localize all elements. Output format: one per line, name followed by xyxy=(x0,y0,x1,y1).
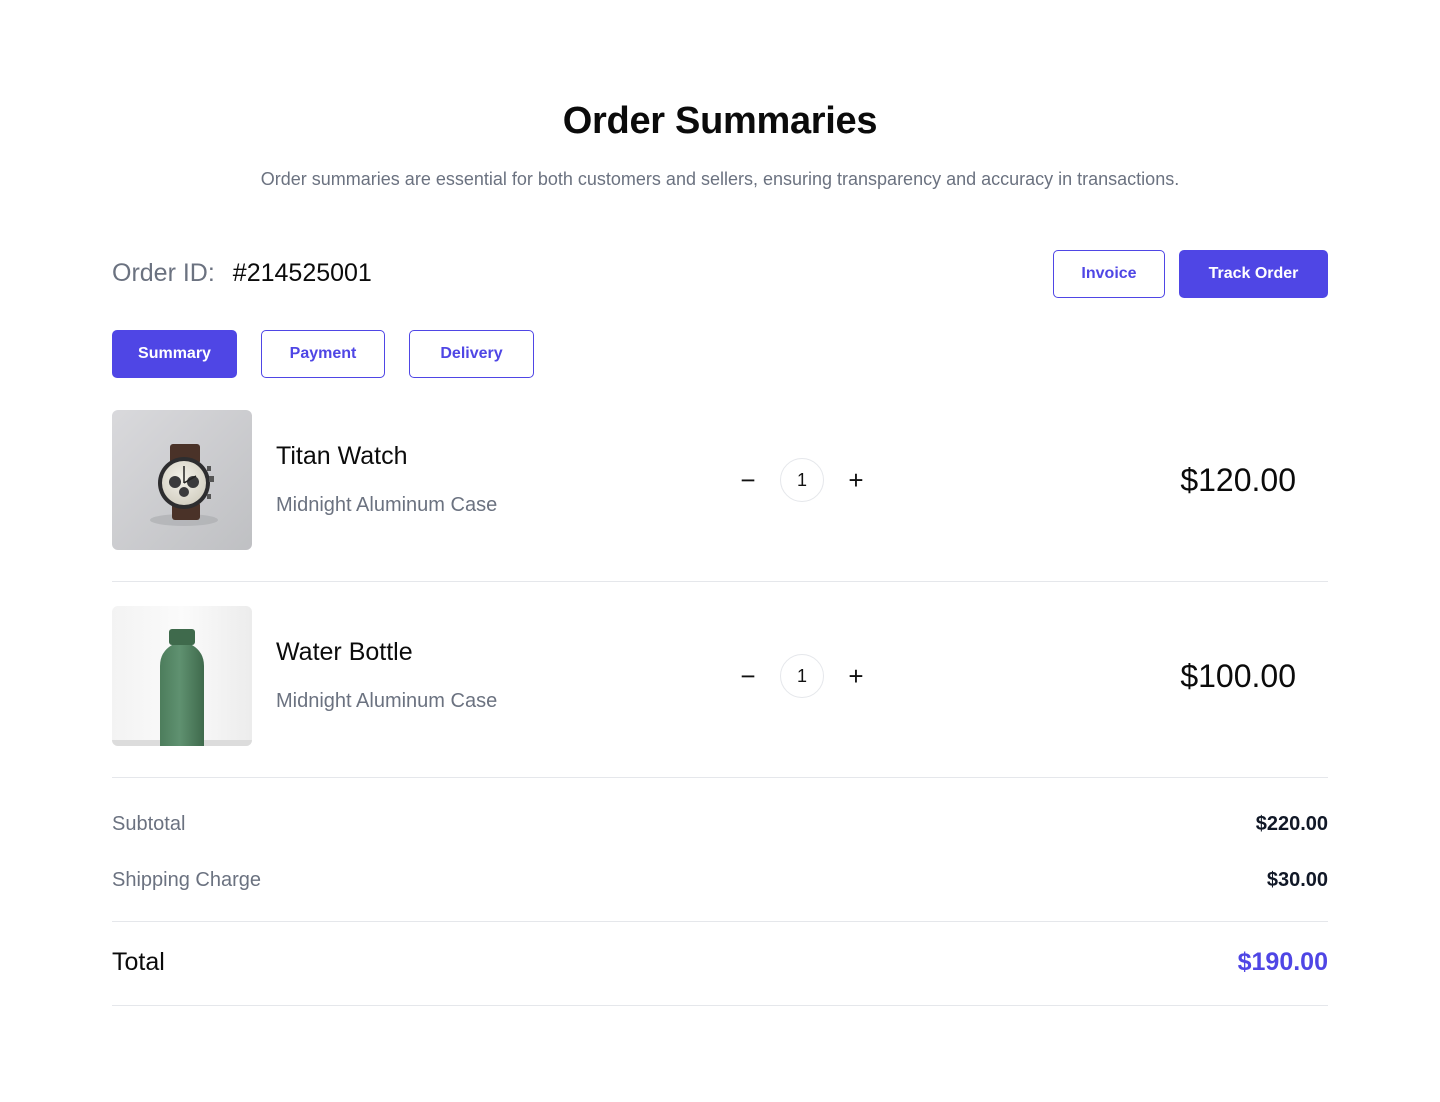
item-variant: Midnight Aluminum Case xyxy=(276,690,498,712)
divider xyxy=(112,581,1328,582)
page-title: Order Summaries xyxy=(562,100,878,142)
item-name: Water Bottle xyxy=(276,638,413,666)
item-name: Titan Watch xyxy=(276,442,408,470)
total-row: Total $190.00 xyxy=(112,948,1328,977)
invoice-button[interactable]: Invoice xyxy=(1053,250,1165,298)
order-item: Water Bottle Midnight Aluminum Case − 1 … xyxy=(112,606,1328,746)
divider xyxy=(112,777,1328,778)
subtotal-value: $220.00 xyxy=(1255,813,1328,835)
watch-image xyxy=(112,410,252,550)
plus-icon: + xyxy=(848,465,864,495)
divider xyxy=(112,1005,1328,1006)
divider xyxy=(112,921,1328,922)
quantity-value[interactable]: 1 xyxy=(780,458,824,502)
quantity-value[interactable]: 1 xyxy=(780,654,824,698)
page-subtitle: Order summaries are essential for both c… xyxy=(260,169,1180,189)
increase-quantity-button[interactable]: + xyxy=(844,661,868,691)
item-variant: Midnight Aluminum Case xyxy=(276,494,498,516)
subtotal-row: Subtotal $220.00 xyxy=(112,813,1328,836)
tab-delivery[interactable]: Delivery xyxy=(409,330,534,378)
order-id: Order ID: #214525001 xyxy=(112,259,372,288)
total-label: Total xyxy=(112,948,165,976)
total-value: $190.00 xyxy=(1237,948,1328,976)
order-id-value: #214525001 xyxy=(232,259,372,287)
increase-quantity-button[interactable]: + xyxy=(844,465,868,495)
decrease-quantity-button[interactable]: − xyxy=(736,465,760,495)
decrease-quantity-button[interactable]: − xyxy=(736,661,760,691)
item-price: $120.00 xyxy=(1180,462,1296,498)
shipping-row: Shipping Charge $30.00 xyxy=(112,869,1328,892)
tab-payment[interactable]: Payment xyxy=(261,330,385,378)
bottle-image xyxy=(112,606,252,746)
plus-icon: + xyxy=(848,661,864,691)
tab-summary[interactable]: Summary xyxy=(112,330,237,378)
item-price: $100.00 xyxy=(1180,658,1296,694)
shipping-value: $30.00 xyxy=(1266,869,1328,891)
track-order-button[interactable]: Track Order xyxy=(1179,250,1328,298)
minus-icon: − xyxy=(740,465,756,495)
minus-icon: − xyxy=(740,661,756,691)
order-item: Titan Watch Midnight Aluminum Case − 1 +… xyxy=(112,410,1328,550)
subtotal-label: Subtotal xyxy=(112,813,186,835)
shipping-label: Shipping Charge xyxy=(112,869,261,891)
order-id-label: Order ID: xyxy=(112,259,215,287)
